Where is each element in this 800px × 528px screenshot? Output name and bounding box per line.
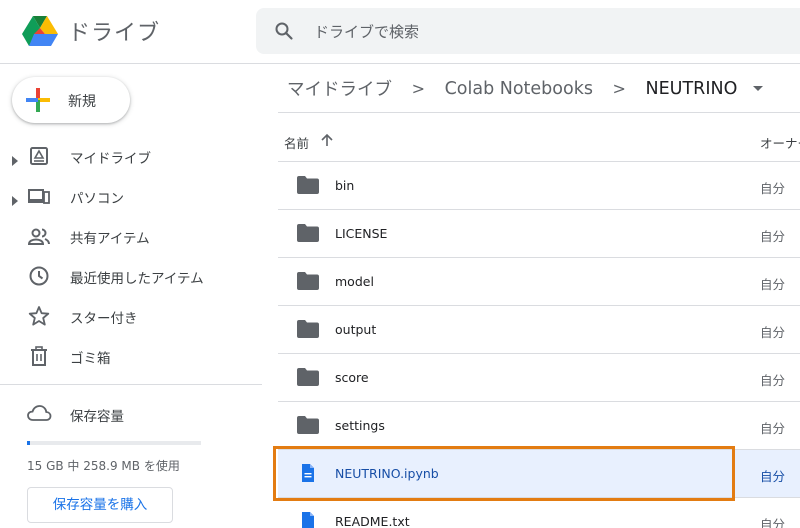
file-row[interactable]: README.txt 自分 xyxy=(278,498,800,528)
clock-icon xyxy=(28,265,50,287)
drive-logo-icon[interactable] xyxy=(20,12,60,52)
folder-icon xyxy=(297,224,319,242)
file-owner: 自分 xyxy=(760,181,786,196)
column-header-name[interactable]: 名前 xyxy=(284,133,309,152)
new-button[interactable]: 新規 xyxy=(12,77,130,123)
file-name: model xyxy=(335,274,374,289)
trash-icon xyxy=(28,345,50,367)
file-list-header: 名前 オーナー xyxy=(278,113,800,162)
dropdown-caret-icon[interactable] xyxy=(752,86,763,91)
new-button-label: 新規 xyxy=(68,94,96,110)
cloud-icon xyxy=(26,403,52,423)
file-row[interactable]: model 自分 xyxy=(278,258,800,306)
document-icon xyxy=(297,464,319,482)
storage-usage-text: 15 GB 中 258.9 MB を使用 xyxy=(27,459,180,473)
file-row[interactable]: LICENSE 自分 xyxy=(278,210,800,258)
folder-icon xyxy=(297,176,319,194)
file-name: bin xyxy=(335,178,355,193)
buy-storage-button[interactable]: 保存容量を購入 xyxy=(27,487,173,523)
star-icon xyxy=(28,305,50,327)
sidebar-item-label: ゴミ箱 xyxy=(70,351,111,367)
file-owner: 自分 xyxy=(760,517,786,528)
file-row[interactable]: settings 自分 xyxy=(278,402,800,450)
plus-icon xyxy=(26,88,50,112)
sidebar-item-recent[interactable]: 最近使用したアイテム xyxy=(0,256,262,296)
document-icon xyxy=(297,512,319,528)
search-icon[interactable] xyxy=(274,21,294,41)
my-drive-icon xyxy=(28,145,50,167)
file-owner: 自分 xyxy=(760,469,786,484)
file-owner: 自分 xyxy=(760,325,786,340)
search-bar[interactable]: ドライブで検索 xyxy=(256,8,800,54)
storage-progress-fill xyxy=(27,441,30,445)
folder-icon xyxy=(297,272,319,290)
breadcrumb-item-current[interactable]: NEUTRINO xyxy=(646,79,738,99)
computers-icon xyxy=(28,185,50,207)
file-owner: 自分 xyxy=(760,277,786,292)
expand-arrow-icon[interactable] xyxy=(12,191,18,206)
sidebar-item-label: パソコン xyxy=(70,191,124,207)
sidebar-item-label: マイドライブ xyxy=(70,151,151,167)
sidebar-item-starred[interactable]: スター付き xyxy=(0,296,262,336)
sidebar-item-trash[interactable]: ゴミ箱 xyxy=(0,336,262,376)
folder-icon xyxy=(297,416,319,434)
folder-icon xyxy=(297,320,319,338)
sidebar-divider xyxy=(0,384,262,385)
file-name: README.txt xyxy=(335,514,410,528)
sidebar-item-label: 最近使用したアイテム xyxy=(70,271,204,287)
header-divider xyxy=(0,63,800,64)
sidebar-item-computers[interactable]: パソコン xyxy=(0,176,262,216)
file-name: output xyxy=(335,322,377,337)
folder-icon xyxy=(297,368,319,386)
file-name: score xyxy=(335,370,369,385)
file-list: bin 自分 LICENSE 自分 model 自分 output 自分 sco… xyxy=(278,162,800,528)
sidebar-item-shared[interactable]: 共有アイテム xyxy=(0,216,262,256)
storage-label[interactable]: 保存容量 xyxy=(70,405,124,425)
breadcrumb-item-my-drive[interactable]: マイドライブ xyxy=(287,76,392,101)
storage-progress-bar xyxy=(27,441,201,445)
search-input[interactable]: ドライブで検索 xyxy=(314,21,419,42)
file-name: LICENSE xyxy=(335,226,388,241)
column-header-owner[interactable]: オーナー xyxy=(760,133,800,152)
sidebar-nav: マイドライブ パソコン 共有アイテム 最近使用したアイテム スター付き ゴミ箱 xyxy=(0,136,262,376)
file-owner: 自分 xyxy=(760,229,786,244)
shared-icon xyxy=(27,225,50,247)
app-title[interactable]: ドライブ xyxy=(68,15,160,47)
file-owner: 自分 xyxy=(760,373,786,388)
expand-arrow-icon[interactable] xyxy=(12,151,18,166)
file-row-selected[interactable]: NEUTRINO.ipynb 自分 xyxy=(278,450,800,498)
file-row[interactable]: score 自分 xyxy=(278,354,800,402)
breadcrumb-separator: > xyxy=(612,79,626,98)
file-row[interactable]: output 自分 xyxy=(278,306,800,354)
sidebar-item-label: 共有アイテム xyxy=(70,231,150,247)
sort-arrow-up-icon[interactable] xyxy=(320,132,334,148)
breadcrumb-item-colab-notebooks[interactable]: Colab Notebooks xyxy=(445,79,593,99)
file-name: settings xyxy=(335,418,385,433)
breadcrumb: マイドライブ > Colab Notebooks > NEUTRINO xyxy=(287,76,763,102)
breadcrumb-separator: > xyxy=(411,79,425,98)
sidebar-item-my-drive[interactable]: マイドライブ xyxy=(0,136,262,176)
sidebar-item-label: スター付き xyxy=(70,311,138,327)
file-owner: 自分 xyxy=(760,421,786,436)
file-row[interactable]: bin 自分 xyxy=(278,162,800,210)
file-name: NEUTRINO.ipynb xyxy=(335,466,439,481)
